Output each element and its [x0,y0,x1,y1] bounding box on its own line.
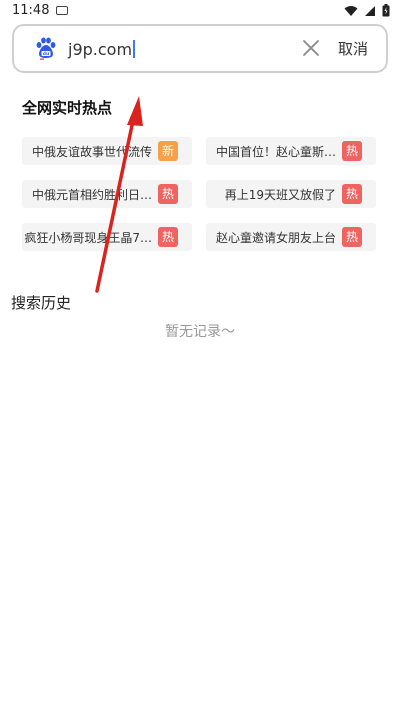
battery-icon [382,4,390,17]
hot-badge: 热 [342,184,362,204]
status-time: 11:48 [12,3,50,18]
search-query-text: j9p.com [68,39,133,59]
svg-text:du: du [43,51,49,57]
cancel-button[interactable]: 取消 [338,38,368,59]
status-bar: 11:48 [0,0,400,22]
hot-topics-title: 全网实时热点 [22,99,113,117]
hot-item[interactable]: 疯狂小杨哥现身王晶7… 热 [22,223,192,251]
hot-badge: 热 [342,141,362,161]
baidu-paw-icon: du [36,37,56,60]
search-history-empty: 暂无记录～ [165,324,235,340]
hot-item-text: 再上19天班又放假了 [224,188,336,202]
hot-item-text: 中俄元首相约胜利日… [31,188,152,202]
hot-item[interactable]: 中俄元首相约胜利日… 热 [22,180,192,208]
hot-badge: 热 [342,227,362,247]
text-caret [133,40,136,58]
new-badge: 新 [158,141,178,161]
search-bar: du j9p.com 取消 [12,24,388,73]
hot-item[interactable]: 中国首位！赵心童斯… 热 [206,137,376,165]
search-history-title: 搜索历史 [11,294,72,312]
status-icons [344,4,390,17]
hot-item[interactable]: 再上19天班又放假了 热 [206,180,376,208]
hot-item-text: 赵心童邀请女朋友上台 [215,231,336,245]
clear-icon[interactable] [300,37,322,59]
hot-item-text: 中俄友谊故事世代流传 [31,145,152,159]
hot-item-text: 疯狂小杨哥现身王晶7… [24,231,152,245]
signal-icon [365,5,375,16]
search-input[interactable]: j9p.com [68,36,288,62]
notification-icon [56,6,68,15]
hot-item[interactable]: 赵心童邀请女朋友上台 热 [206,223,376,251]
hot-item-text: 中国首位！赵心童斯… [215,145,336,159]
wifi-icon [344,5,358,16]
hot-item[interactable]: 中俄友谊故事世代流传 新 [22,137,192,165]
hot-badge: 热 [158,184,178,204]
hot-badge: 热 [158,227,178,247]
